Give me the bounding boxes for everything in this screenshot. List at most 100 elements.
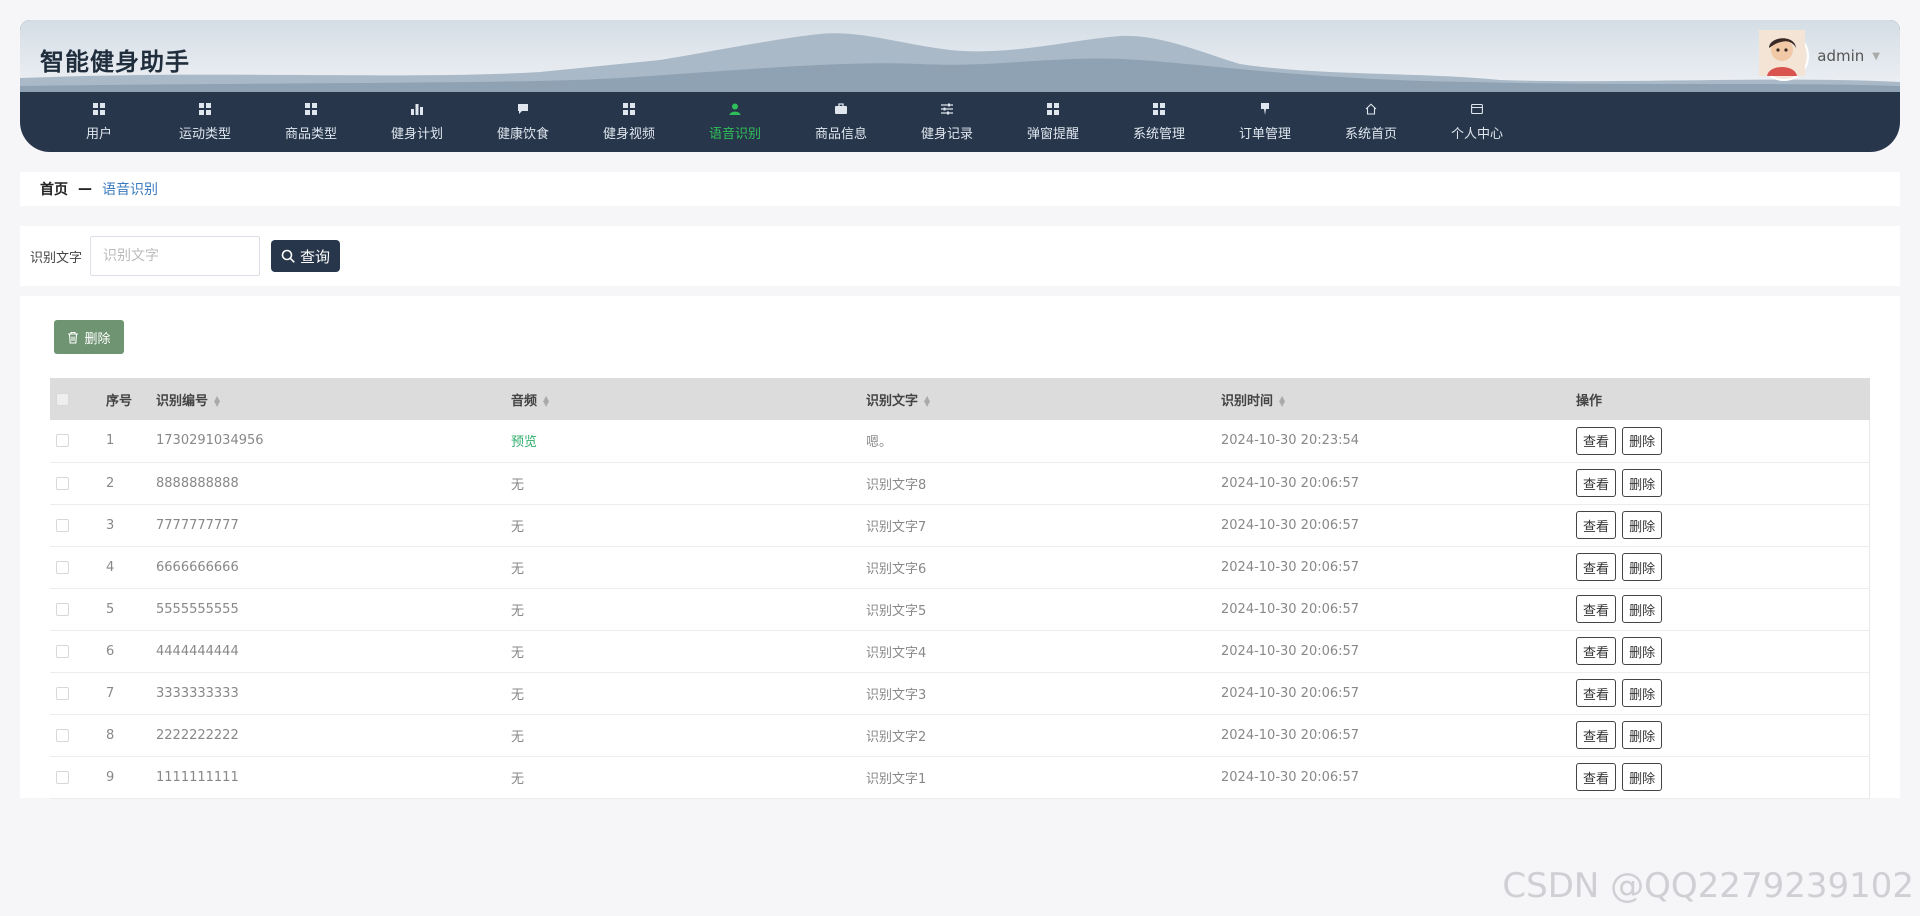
sort-icon[interactable]: ▲ ▼: [924, 395, 930, 408]
search-button-label: 查询: [300, 247, 331, 266]
header-text[interactable]: 识别文字 ▲ ▼: [860, 378, 1215, 420]
avatar[interactable]: [1759, 30, 1810, 81]
header-code-label: 识别编号: [156, 393, 209, 409]
delete-button[interactable]: 删除: [1622, 721, 1663, 749]
row-select[interactable]: [50, 462, 100, 504]
row-checkbox[interactable]: [56, 602, 69, 616]
cell-index: 5: [106, 601, 115, 617]
nav-item-3[interactable]: 健身计划: [364, 92, 470, 152]
nav-item-13[interactable]: 个人中心: [1424, 92, 1530, 152]
row-select[interactable]: [50, 630, 100, 672]
cell-index: 7: [106, 685, 115, 701]
sort-icon[interactable]: ▲ ▼: [1279, 395, 1285, 408]
table-row: 9 1111111111 无 识别文字1 2024-10-30 20:06:57 查看 删…: [50, 756, 1870, 798]
view-button[interactable]: 查看: [1576, 511, 1617, 539]
nav-item-4[interactable]: 健康饮食: [470, 92, 576, 152]
row-select[interactable]: [50, 504, 100, 546]
user-menu[interactable]: admin ▼: [1759, 30, 1880, 82]
cell-time: 2024-10-30 20:06:57: [1221, 475, 1360, 491]
nav-item-12[interactable]: 系统首页: [1318, 92, 1424, 152]
row-select[interactable]: [50, 672, 100, 714]
nav-item-6[interactable]: 语音识别: [682, 92, 788, 152]
view-button[interactable]: 查看: [1576, 679, 1617, 707]
view-button[interactable]: 查看: [1576, 595, 1617, 623]
cell-index: 3: [106, 517, 115, 533]
delete-button[interactable]: 删除: [1622, 595, 1663, 623]
cell-ops: 查看 删除: [1570, 672, 1870, 714]
cell-index: 4: [106, 559, 115, 575]
nav-item-0[interactable]: 用户: [46, 92, 152, 152]
user-name[interactable]: admin: [1817, 47, 1864, 65]
grid-icon: [622, 102, 636, 116]
cell-text: 识别文字7: [866, 519, 927, 535]
select-all-checkbox[interactable]: [56, 392, 69, 406]
view-button[interactable]: 查看: [1576, 637, 1617, 665]
cell-code: 8888888888: [156, 475, 239, 491]
search-button[interactable]: 查询: [271, 240, 341, 272]
breadcrumb-home[interactable]: 首页: [40, 179, 68, 199]
cell-code: 1730291034956: [156, 433, 264, 449]
cell-code: 5555555555: [156, 601, 239, 617]
header-time[interactable]: 识别时间 ▲ ▼: [1215, 378, 1570, 420]
row-checkbox[interactable]: [56, 728, 69, 742]
nav-item-label: 个人中心: [1450, 127, 1503, 142]
nav-item-11[interactable]: 订单管理: [1212, 92, 1318, 152]
sort-icon[interactable]: ▲ ▼: [214, 395, 220, 408]
row-checkbox[interactable]: [56, 686, 69, 700]
header-ops: 操作: [1576, 393, 1603, 409]
search-input[interactable]: [90, 236, 261, 276]
batch-delete-button[interactable]: 删除: [54, 320, 124, 354]
chevron-down-icon[interactable]: ▼: [1872, 51, 1880, 62]
delete-button[interactable]: 删除: [1622, 469, 1663, 497]
row-select[interactable]: [50, 714, 100, 756]
cell-ops: 查看 删除: [1570, 756, 1870, 798]
row-checkbox[interactable]: [56, 518, 69, 532]
delete-button[interactable]: 删除: [1622, 553, 1663, 581]
row-checkbox[interactable]: [56, 476, 69, 490]
cell-time: 2024-10-30 20:06:57: [1221, 769, 1360, 785]
header-select-all[interactable]: [50, 378, 100, 420]
breadcrumb: 首页 — 语音识别: [20, 172, 1900, 206]
nav-item-label: 商品类型: [284, 127, 337, 142]
cell-ops: 查看 删除: [1570, 462, 1870, 504]
view-button[interactable]: 查看: [1576, 763, 1617, 791]
row-select[interactable]: [50, 756, 100, 798]
row-select[interactable]: [50, 588, 100, 630]
delete-button[interactable]: 删除: [1622, 763, 1663, 791]
header-code[interactable]: 识别编号 ▲ ▼: [150, 378, 505, 420]
delete-button[interactable]: 删除: [1622, 679, 1663, 707]
row-checkbox[interactable]: [56, 560, 69, 574]
nav-item-10[interactable]: 系统管理: [1106, 92, 1212, 152]
nav-item-2[interactable]: 商品类型: [258, 92, 364, 152]
row-checkbox[interactable]: [56, 770, 69, 784]
delete-button[interactable]: 删除: [1622, 426, 1663, 455]
breadcrumb-current: 语音识别: [102, 182, 158, 198]
cell-ops: 查看 删除: [1570, 630, 1870, 672]
nav-item-9[interactable]: 弹窗提醒: [1000, 92, 1106, 152]
sort-icon[interactable]: ▲ ▼: [543, 395, 549, 408]
user-icon: [728, 102, 742, 116]
nav-item-8[interactable]: 健身记录: [894, 92, 1000, 152]
cell-audio[interactable]: 预览: [505, 420, 860, 462]
row-select[interactable]: [50, 546, 100, 588]
row-checkbox[interactable]: [56, 644, 69, 658]
view-button[interactable]: 查看: [1576, 721, 1617, 749]
nav-item-7[interactable]: 商品信息: [788, 92, 894, 152]
cell-text: 识别文字2: [866, 729, 927, 745]
nav-item-5[interactable]: 健身视频: [576, 92, 682, 152]
nav-item-label: 健身记录: [920, 127, 973, 142]
breadcrumb-separator: —: [78, 181, 92, 197]
row-checkbox[interactable]: [56, 434, 69, 448]
view-button[interactable]: 查看: [1576, 553, 1617, 581]
nav-item-1[interactable]: 运动类型: [152, 92, 258, 152]
row-select[interactable]: [50, 420, 100, 462]
header-audio[interactable]: 音频 ▲ ▼: [505, 378, 860, 420]
view-button[interactable]: 查看: [1576, 469, 1617, 497]
grid-icon: [1152, 102, 1166, 116]
view-button[interactable]: 查看: [1576, 426, 1617, 455]
table-row: 1 1730291034956 预览 嗯。 2024-10-30 20:23:54 查看 …: [50, 420, 1870, 462]
data-table: 序号 识别编号 ▲ ▼ 音频 ▲ ▼ 识别文字 ▲ ▼ 识别时间 ▲ ▼ 操作 1 1730291…: [50, 378, 1870, 799]
cell-audio: 无: [511, 477, 525, 493]
delete-button[interactable]: 删除: [1622, 637, 1663, 665]
delete-button[interactable]: 删除: [1622, 511, 1663, 539]
